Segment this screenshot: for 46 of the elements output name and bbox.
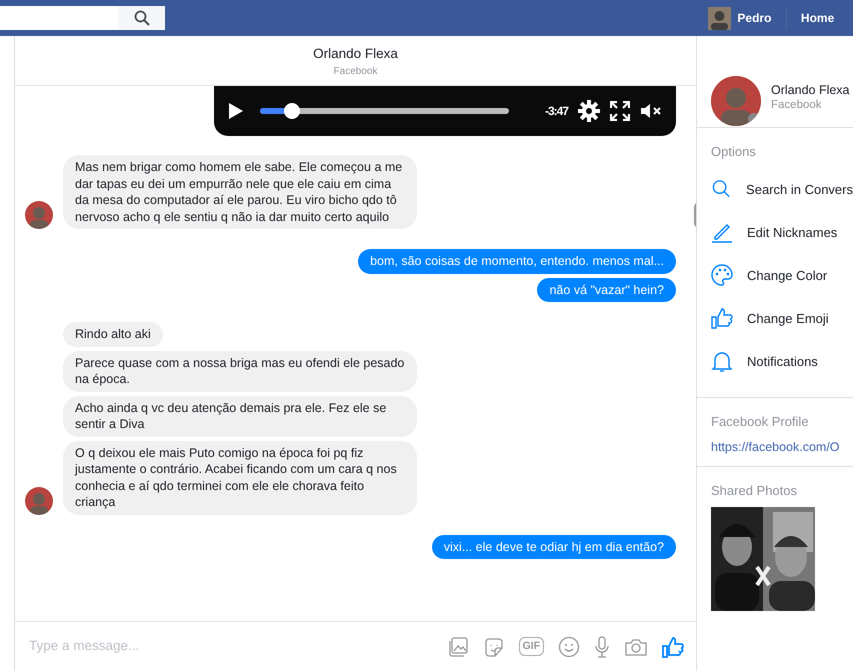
option-item[interactable]: Change Color <box>711 254 853 297</box>
contact-avatar[interactable] <box>25 201 53 229</box>
bell-icon <box>711 350 733 372</box>
avatar[interactable] <box>708 6 732 30</box>
message-bubble: não vá "vazar" hein? <box>537 278 676 302</box>
search-button[interactable] <box>118 6 165 30</box>
message-bubble: vixi... ele deve te odiar hj em dia então? <box>432 534 676 559</box>
conversation-subtitle: Facebook <box>332 65 378 80</box>
option-item[interactable]: Search in Convers <box>711 168 853 211</box>
play-icon[interactable] <box>228 102 244 120</box>
progress-thumb[interactable] <box>284 103 300 119</box>
message-bubble: bom, são coisas de momento, entendo. menos mal... <box>358 249 676 274</box>
home-link[interactable]: Home <box>800 9 834 27</box>
time-remaining: -3:47 <box>544 103 568 120</box>
message-bubble: Mas nem brigar como homem ele sabe. Ele começou a me dar tapas eu dei um empurrão nele que ele caiu em cima da mesa do computador aí ele parou. Eu viro bicho qdo tô nervoso acho q ele sentiu q não ia dar muito certo aquilo <box>63 155 417 229</box>
volume-icon[interactable] <box>640 103 662 119</box>
search-field[interactable] <box>0 6 118 30</box>
message-bubble: Acho ainda q vc deu atenção demais pra ele. Fez ele se sentir a Diva <box>63 396 417 436</box>
contact-name: Orlando Flexa <box>771 84 850 96</box>
progress-track[interactable] <box>260 103 509 119</box>
contact-subtitle: Facebook <box>771 98 823 112</box>
search-icon <box>134 10 150 26</box>
emoji-icon[interactable] <box>558 636 580 658</box>
microphone-icon[interactable] <box>594 636 610 658</box>
contact-avatar[interactable] <box>711 76 761 126</box>
fullscreen-icon[interactable] <box>610 101 630 121</box>
contact-avatar[interactable] <box>25 486 53 514</box>
section-title: Shared Photos <box>711 482 798 500</box>
section-title: Options <box>711 143 757 161</box>
palette-icon <box>711 264 733 286</box>
profile-link[interactable]: https://facebook.com/O <box>711 440 840 454</box>
thumbs-up-icon <box>711 307 733 330</box>
camera-icon[interactable] <box>624 636 648 656</box>
option-item[interactable]: Notifications <box>711 340 853 383</box>
photo-icon[interactable] <box>446 636 468 658</box>
message-bubble: Rindo alto aki <box>63 322 163 346</box>
option-item[interactable]: Change Emoji <box>711 296 853 340</box>
message-bubble: Parece quase com a nossa briga mas eu ofendi ele pesado na época. <box>63 350 417 392</box>
like-icon[interactable] <box>662 636 684 658</box>
settings-icon[interactable] <box>578 100 600 122</box>
message-bubble: O q deixou ele mais Puto comigo na época foi pq fiz justamente o contrário. Acabei ficando com um cara q nos conhecia e aí qdo terminei com ele ele chorava feito criança <box>63 440 417 514</box>
option-item[interactable]: Edit Nicknames <box>711 210 853 254</box>
sticker-icon[interactable] <box>482 636 504 658</box>
section-title: Facebook Profile <box>711 412 810 431</box>
user-name[interactable]: Pedro <box>737 9 772 27</box>
conversation-title: Orlando Flexa <box>312 45 399 63</box>
